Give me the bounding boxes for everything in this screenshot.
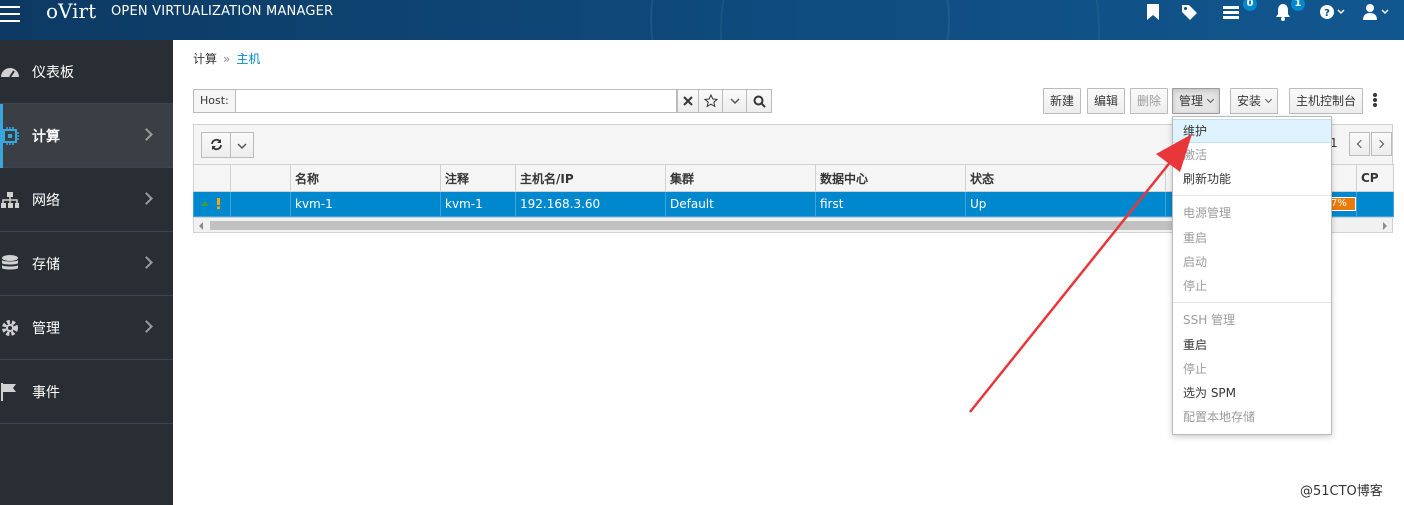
column-header-name[interactable]: 名称 [290,164,441,192]
install-button-label: 安装 [1237,94,1262,108]
star-icon [703,94,718,108]
help-icon[interactable]: ? [1319,3,1349,21]
scroll-right-icon[interactable] [1383,222,1387,230]
sidebar-item-storage[interactable]: 存储 [0,232,173,296]
database-icon [2,255,18,270]
sidebar-item-label: 计算 [32,129,60,145]
kebab-menu-icon[interactable] [1372,93,1378,109]
cell-comment: kvm-1 [440,191,516,217]
tasks-icon[interactable] [1222,3,1240,21]
search-label: Host: [193,89,236,113]
tag-icon[interactable] [1181,3,1201,21]
edit-button[interactable]: 编辑 [1087,88,1126,114]
top-navbar: oVirt OPEN VIRTUALIZATION MANAGER 0 1 ? [0,0,1404,40]
scroll-left-icon[interactable] [199,222,203,230]
svg-text:?: ? [1324,8,1330,19]
user-icon[interactable] [1362,3,1392,21]
manage-dropdown-button[interactable]: 管理 [1172,88,1221,114]
clear-search-button[interactable] [677,89,699,113]
sidebar-item-network[interactable]: 网络 [0,168,173,232]
close-icon [683,96,693,106]
chevron-down-icon [729,98,740,105]
gear-icon [2,320,18,336]
previous-page-button[interactable] [1349,132,1370,156]
sidebar-item-dashboard[interactable]: 仪表板 [0,40,173,104]
sidebar-item-compute[interactable]: 计算 [0,104,173,168]
brand-logo[interactable]: oVirt [46,0,96,22]
dashboard-icon [1,68,19,78]
column-header-datacenter[interactable]: 数据中心 [815,164,966,192]
cell-hostname: 192.168.3.60 [515,191,666,217]
manage-button-label: 管理 [1179,94,1204,108]
breadcrumb-separator: » [223,52,231,66]
annotation-arrow [969,134,1192,413]
sidebar-item-label: 事件 [32,385,60,401]
tasks-badge: 0 [1243,0,1257,11]
cell-datacenter: first [815,191,966,217]
cell-name: kvm-1 [290,191,441,217]
column-header-comment[interactable]: 注释 [440,164,516,192]
events-badge: 1 [1291,0,1305,11]
cell-cluster: Default [665,191,816,217]
sidebar-item-administration[interactable]: 管理 [0,296,173,360]
refresh-button[interactable] [201,132,254,158]
bell-icon[interactable] [1274,3,1292,21]
new-button[interactable]: 新建 [1043,88,1082,114]
chevron-right-icon [140,192,153,205]
search-button[interactable] [746,89,772,113]
column-header-status-icon [193,164,231,192]
next-page-button[interactable] [1371,132,1392,156]
breadcrumb-current[interactable]: 主机 [236,52,260,66]
chevron-left-icon [1356,139,1366,149]
bookmark-dropdown-button[interactable] [722,89,747,113]
host-console-button[interactable]: 主机控制台 [1289,88,1364,114]
sidebar-item-label: 仪表板 [32,65,74,81]
bookmark-search-button[interactable] [698,89,723,113]
chevron-right-icon [140,128,153,141]
chevron-down-icon [1264,95,1273,104]
breadcrumb: 计算 » 主机 [193,50,260,67]
sidebar: 仪表板 计算 网络 存储 管理 事件 [0,40,173,505]
column-header-cpu[interactable]: CP [1356,164,1394,192]
refresh-icon [211,138,222,151]
network-icon [1,192,19,208]
bookmark-icon[interactable] [1146,3,1160,21]
chevron-right-icon [140,256,153,269]
breadcrumb-parent[interactable]: 计算 [193,52,217,66]
search-icon [753,95,766,108]
remove-button[interactable]: 删除 [1130,88,1169,114]
cell-cpu [1356,191,1394,217]
column-header-hostname[interactable]: 主机名/IP [515,164,666,192]
cell-status-icon [193,191,231,217]
sidebar-item-label: 网络 [32,193,60,209]
cpu-icon [1,127,19,145]
column-header-cluster[interactable]: 集群 [665,164,816,192]
chevron-down-icon [237,143,247,150]
sidebar-item-label: 管理 [32,321,60,337]
column-header-alerts [230,164,291,192]
sidebar-item-events[interactable]: 事件 [0,360,173,424]
install-dropdown-button[interactable]: 安装 [1230,88,1279,114]
cell-alerts [230,191,291,217]
warning-icon [217,197,220,205]
chevron-right-icon [140,320,153,333]
status-up-icon [201,200,209,206]
brand-name: OPEN VIRTUALIZATION MANAGER [111,4,334,19]
hamburger-menu-icon[interactable] [0,4,22,26]
flag-icon [1,383,16,401]
search-input[interactable] [235,89,677,113]
watermark-text: @51CTO博客 [1300,484,1383,499]
chevron-right-icon [1375,139,1385,149]
sidebar-item-label: 存储 [32,257,60,273]
chevron-down-icon [1206,95,1215,104]
